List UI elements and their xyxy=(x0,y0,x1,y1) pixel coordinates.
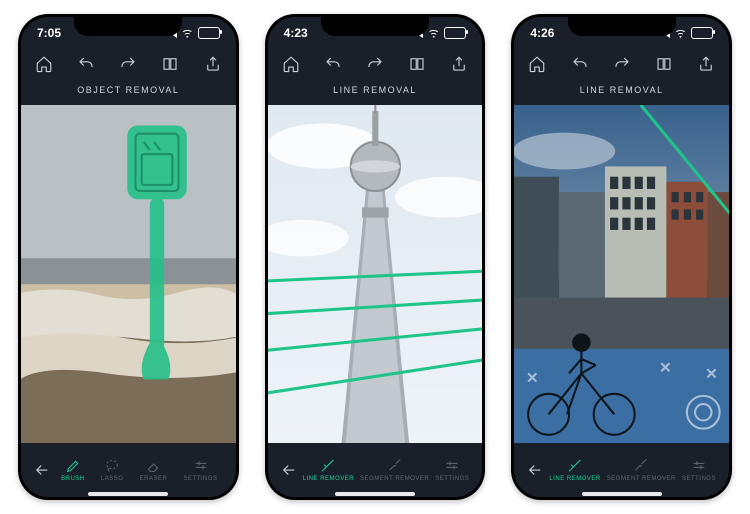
home-icon[interactable] xyxy=(35,55,53,73)
tool-settings[interactable]: SETTINGS xyxy=(184,458,218,482)
undo-icon[interactable] xyxy=(571,55,589,73)
photo-canvas[interactable] xyxy=(514,105,729,443)
home-icon[interactable] xyxy=(282,55,300,73)
photo-canvas[interactable] xyxy=(268,105,483,443)
phone-frame: 4:23 LINE REMOVAL xyxy=(265,14,486,500)
share-icon[interactable] xyxy=(204,55,222,73)
wifi-icon xyxy=(181,28,194,38)
back-icon[interactable] xyxy=(31,461,53,479)
share-icon[interactable] xyxy=(697,55,715,73)
tool-lasso[interactable]: LASSO xyxy=(101,458,124,482)
battery-icon xyxy=(444,27,466,39)
wifi-icon xyxy=(427,28,440,38)
undo-icon[interactable] xyxy=(324,55,342,73)
home-icon[interactable] xyxy=(528,55,546,73)
tool-segment-remover[interactable]: SEGMENT REMOVER xyxy=(607,458,676,482)
undo-icon[interactable] xyxy=(77,55,95,73)
tool-settings[interactable]: SETTINGS xyxy=(435,458,469,482)
share-icon[interactable] xyxy=(450,55,468,73)
phone-frame: 7:05 OBJECT REMOVAL BRUSH xyxy=(18,14,239,500)
tool-segment-remover[interactable]: SEGMENT REMOVER xyxy=(360,458,429,482)
status-time: 4:26 xyxy=(530,26,554,40)
redo-icon[interactable] xyxy=(119,55,137,73)
home-indicator[interactable] xyxy=(88,492,168,496)
compare-icon[interactable] xyxy=(161,55,179,73)
compare-icon[interactable] xyxy=(408,55,426,73)
mode-title: LINE REMOVAL xyxy=(268,79,483,105)
tool-line-remover[interactable]: LINE REMOVER xyxy=(303,458,354,482)
back-icon[interactable] xyxy=(278,461,300,479)
notch xyxy=(74,14,182,36)
notch xyxy=(568,14,676,36)
tool-settings[interactable]: SETTINGS xyxy=(682,458,716,482)
status-time: 7:05 xyxy=(37,26,61,40)
status-time: 4:23 xyxy=(284,26,308,40)
notch xyxy=(321,14,429,36)
home-indicator[interactable] xyxy=(335,492,415,496)
compare-icon[interactable] xyxy=(655,55,673,73)
mode-title: LINE REMOVAL xyxy=(514,79,729,105)
battery-icon xyxy=(198,27,220,39)
phone-frame: 4:26 LINE REMOVAL xyxy=(511,14,732,500)
wifi-icon xyxy=(674,28,687,38)
back-icon[interactable] xyxy=(524,461,546,479)
tool-line-remover[interactable]: LINE REMOVER xyxy=(549,458,600,482)
redo-icon[interactable] xyxy=(366,55,384,73)
photo-canvas[interactable] xyxy=(21,105,236,443)
tool-brush[interactable]: BRUSH xyxy=(61,458,85,482)
redo-icon[interactable] xyxy=(613,55,631,73)
tool-eraser[interactable]: ERASER xyxy=(140,458,168,482)
home-indicator[interactable] xyxy=(582,492,662,496)
battery-icon xyxy=(691,27,713,39)
mode-title: OBJECT REMOVAL xyxy=(21,79,236,105)
